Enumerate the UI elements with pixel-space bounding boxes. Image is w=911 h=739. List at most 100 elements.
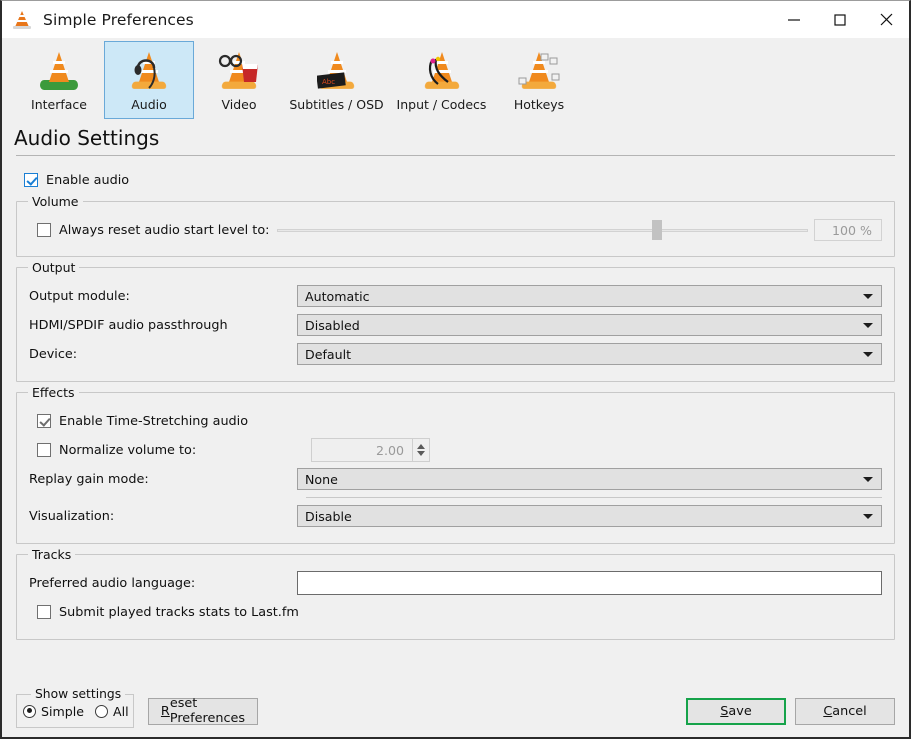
replay-gain-row: Replay gain mode: None — [29, 465, 882, 493]
settings-content: Enable audio Volume Always reset audio s… — [2, 156, 909, 679]
effects-group: Effects Enable Time-Stretching audio Nor… — [16, 385, 895, 544]
replay-gain-select[interactable]: None — [297, 468, 882, 490]
replay-gain-value: None — [305, 471, 338, 487]
device-label: Device: — [29, 346, 78, 362]
volume-percent-value: 100 % — [814, 219, 882, 241]
stepper-buttons[interactable] — [412, 439, 429, 461]
device-select[interactable]: Default — [297, 343, 882, 365]
vlc-cone-headphones-icon — [125, 48, 173, 94]
dialog-action-buttons: Save Cancel — [686, 697, 895, 725]
radio-simple-label: Simple — [41, 703, 85, 719]
preferred-language-row: Preferred audio language: — [29, 569, 882, 597]
always-reset-checkbox[interactable] — [37, 223, 51, 237]
tab-label: Input / Codecs — [396, 97, 487, 112]
radio-all-label: All — [113, 703, 129, 719]
cancel-button[interactable]: Cancel — [795, 697, 895, 725]
preferences-toolbar: Interface Audio Video Abc Subtitles / OS… — [2, 38, 909, 122]
lastfm-row[interactable]: Submit played tracks stats to Last.fm — [37, 598, 882, 626]
save-button[interactable]: Save — [686, 697, 786, 725]
radio-all[interactable] — [95, 704, 109, 718]
enable-audio-row[interactable]: Enable audio — [24, 169, 895, 191]
title-bar: Simple Preferences — [2, 1, 909, 38]
dialog-footer: Show settings Simple All Reset Preferenc… — [2, 679, 909, 737]
visualization-label: Visualization: — [29, 508, 115, 524]
slider-track — [277, 229, 808, 232]
page-heading-wrap: Audio Settings — [2, 122, 909, 156]
save-accel: S — [720, 703, 729, 719]
tab-label: Interface — [31, 97, 87, 112]
cancel-accel: C — [823, 703, 833, 719]
stepper-up-icon[interactable] — [417, 444, 425, 449]
replay-gain-label: Replay gain mode: — [29, 471, 149, 487]
lastfm-checkbox[interactable] — [37, 605, 51, 619]
chevron-down-icon — [863, 476, 873, 482]
vlc-cone-cables-icon — [418, 48, 466, 94]
visualization-select[interactable]: Disable — [297, 505, 882, 527]
chevron-down-icon — [863, 513, 873, 519]
tab-input-codecs[interactable]: Input / Codecs — [389, 41, 494, 119]
output-group-label: Output — [28, 260, 80, 275]
chevron-down-icon — [863, 293, 873, 299]
maximize-icon[interactable] — [817, 1, 863, 38]
device-row: Device: Default — [29, 340, 882, 368]
tab-hotkeys[interactable]: Hotkeys — [494, 41, 584, 119]
tab-label: Subtitles / OSD — [289, 97, 384, 112]
normalize-stepper[interactable]: 2.00 — [311, 438, 430, 462]
preferred-language-label: Preferred audio language: — [29, 575, 196, 591]
hdmi-spdif-row: HDMI/SPDIF audio passthrough Disabled — [29, 311, 882, 339]
reset-preferences-button[interactable]: Reset Preferences — [148, 696, 258, 726]
tab-label: Video — [221, 97, 257, 112]
tab-video[interactable]: Video — [194, 41, 284, 119]
window-title: Simple Preferences — [43, 10, 194, 29]
preferred-language-input[interactable] — [297, 571, 882, 595]
normalize-value: 2.00 — [375, 442, 404, 458]
slider-handle[interactable] — [652, 220, 663, 240]
vlc-cone-interface-icon — [35, 48, 83, 94]
output-module-row: Output module: Automatic — [29, 282, 882, 310]
hdmi-spdif-select[interactable]: Disabled — [297, 314, 882, 336]
output-group: Output Output module: Automatic HDMI/SPD… — [16, 260, 895, 382]
show-settings-label: Show settings — [31, 687, 126, 701]
tab-audio[interactable]: Audio — [104, 41, 194, 119]
lastfm-label: Submit played tracks stats to Last.fm — [59, 604, 299, 620]
tracks-group: Tracks Preferred audio language: Submit … — [16, 547, 895, 640]
preferences-window: Simple Preferences Interface Audio Video… — [0, 0, 911, 739]
visualization-row: Visualization: Disable — [29, 502, 882, 530]
device-value: Default — [305, 346, 352, 362]
output-module-label: Output module: — [29, 288, 130, 304]
chevron-down-icon — [863, 322, 873, 328]
output-module-select[interactable]: Automatic — [297, 285, 882, 307]
effects-divider — [306, 497, 882, 498]
vlc-cone-keys-icon — [515, 48, 563, 94]
volume-group-label: Volume — [28, 194, 83, 209]
hdmi-spdif-value: Disabled — [305, 317, 360, 333]
reset-label: eset Preferences — [169, 696, 246, 726]
svg-text:Abc: Abc — [322, 78, 335, 86]
output-module-value: Automatic — [305, 288, 370, 304]
minimize-icon[interactable] — [771, 1, 817, 38]
save-label: ave — [728, 703, 752, 719]
cancel-label: ancel — [832, 703, 867, 719]
stepper-down-icon[interactable] — [417, 451, 425, 456]
normalize-row: Normalize volume to: 2.00 — [37, 436, 882, 464]
time-stretch-row[interactable]: Enable Time-Stretching audio — [37, 407, 882, 435]
enable-audio-checkbox[interactable] — [24, 173, 38, 187]
close-icon[interactable] — [863, 1, 909, 38]
time-stretch-checkbox[interactable] — [37, 414, 51, 428]
normalize-checkbox[interactable] — [37, 443, 51, 457]
volume-slider[interactable] — [277, 219, 808, 241]
window-controls — [771, 1, 909, 38]
tracks-group-label: Tracks — [28, 547, 76, 562]
always-reset-label: Always reset audio start level to: — [59, 222, 270, 238]
radio-simple[interactable] — [23, 704, 36, 718]
tab-interface[interactable]: Interface — [14, 41, 104, 119]
vlc-cone-icon — [12, 10, 32, 30]
tab-label: Hotkeys — [513, 97, 565, 112]
effects-group-label: Effects — [28, 385, 79, 400]
show-settings-group: Show settings Simple All — [16, 687, 134, 728]
page-title: Audio Settings — [14, 126, 160, 150]
tab-subtitles-osd[interactable]: Abc Subtitles / OSD — [284, 41, 389, 119]
visualization-value: Disable — [305, 508, 352, 524]
tab-label: Audio — [131, 97, 167, 112]
vlc-cone-glasses-icon — [215, 48, 263, 94]
